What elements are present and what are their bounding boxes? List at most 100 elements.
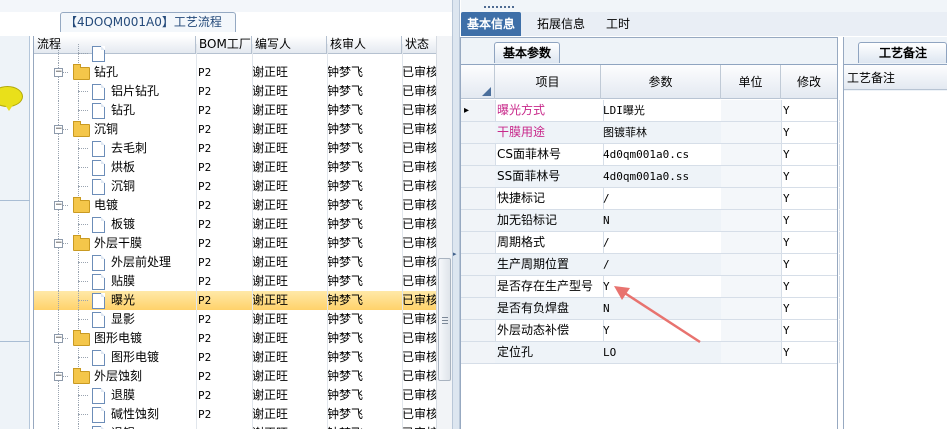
params-row[interactable]: 干膜用途 图镀菲林 Y <box>461 122 840 144</box>
row-indicator[interactable] <box>461 144 496 165</box>
grid-corner[interactable] <box>461 65 495 99</box>
param-modify-flag[interactable]: Y <box>781 144 840 165</box>
param-value[interactable]: / <box>601 254 724 275</box>
param-unit[interactable] <box>721 254 782 275</box>
param-value[interactable]: LDI曝光 <box>601 100 724 121</box>
params-row[interactable]: 周期格式 / Y <box>461 232 840 254</box>
param-modify-flag[interactable]: Y <box>781 320 840 341</box>
row-indicator[interactable] <box>461 166 496 187</box>
tree-collapse-icon[interactable]: − <box>54 201 63 210</box>
grid-col-param[interactable]: 参数 <box>601 65 721 99</box>
tree-row[interactable]: 外层前处理 P2 谢正旺 钟梦飞 已审核 <box>34 253 436 272</box>
tree-row[interactable]: 板镀 P2 谢正旺 钟梦飞 已审核 <box>34 215 436 234</box>
tree-row[interactable]: − 图形电镀 P2 谢正旺 钟梦飞 已审核 <box>34 329 436 348</box>
param-value[interactable]: 图镀菲林 <box>601 122 724 143</box>
row-indicator[interactable] <box>461 254 496 275</box>
param-unit[interactable] <box>721 320 782 341</box>
tree-row[interactable]: 图形电镀 P2 谢正旺 钟梦飞 已审核 <box>34 348 436 367</box>
row-indicator[interactable] <box>461 276 496 297</box>
top-resize-grip[interactable] <box>484 6 514 10</box>
tree-row[interactable]: 退膜 P2 谢正旺 钟梦飞 已审核 <box>34 386 436 405</box>
param-value[interactable]: N <box>601 210 724 231</box>
tree-row[interactable]: 碱性蚀刻 P2 谢正旺 钟梦飞 已审核 <box>34 405 436 424</box>
tree-row[interactable]: − 外层干膜 P2 谢正旺 钟梦飞 已审核 <box>34 234 436 253</box>
param-modify-flag[interactable]: Y <box>781 166 840 187</box>
row-indicator[interactable] <box>461 122 496 143</box>
param-unit[interactable] <box>721 100 782 121</box>
params-row[interactable]: CS面菲林号 4d0qm001a0.cs Y <box>461 144 840 166</box>
basic-params-tab[interactable]: 基本参数 <box>494 42 560 63</box>
tree-row[interactable]: − 外层蚀刻 P2 谢正旺 钟梦飞 已审核 <box>34 367 436 386</box>
process-remark-tab[interactable]: 工艺备注 <box>858 42 947 63</box>
param-unit[interactable] <box>721 166 782 187</box>
params-row[interactable]: SS面菲林号 4d0qm001a0.ss Y <box>461 166 840 188</box>
param-unit[interactable] <box>721 298 782 319</box>
param-value[interactable]: / <box>601 232 724 253</box>
param-unit[interactable] <box>721 188 782 209</box>
tree-row[interactable]: 显影 P2 谢正旺 钟梦飞 已审核 <box>34 310 436 329</box>
tree-row[interactable]: 曝光 P2 谢正旺 钟梦飞 已审核 <box>34 291 436 310</box>
param-value[interactable]: / <box>601 188 724 209</box>
params-grid: 项目 参数 单位 修改 ▸ 曝光方式 LDI曝光 Y 干膜用途 图镀菲林 Y CS面菲林号 4d… <box>461 64 840 429</box>
param-modify-flag[interactable]: Y <box>781 122 840 143</box>
param-unit[interactable] <box>721 342 782 363</box>
params-row[interactable]: 快捷标记 / Y <box>461 188 840 210</box>
tree-row[interactable]: 沉铜 P2 谢正旺 钟梦飞 已审核 <box>34 177 436 196</box>
tree-collapse-icon[interactable]: − <box>54 372 63 381</box>
param-value[interactable]: 4d0qm001a0.ss <box>601 166 724 187</box>
process-remark-body[interactable] <box>844 91 947 429</box>
tree-row[interactable]: − 电镀 P2 谢正旺 钟梦飞 已审核 <box>34 196 436 215</box>
tree-row[interactable]: − 沉铜 P2 谢正旺 钟梦飞 已审核 <box>34 120 436 139</box>
tab-work-hours[interactable]: 工时 <box>600 12 636 36</box>
tree-collapse-icon[interactable]: − <box>54 68 63 77</box>
tree-scrollbar-thumb[interactable] <box>438 258 451 381</box>
param-modify-flag[interactable]: Y <box>781 342 840 363</box>
param-unit[interactable] <box>721 232 782 253</box>
param-modify-flag[interactable]: Y <box>781 232 840 253</box>
tab-basic-info[interactable]: 基本信息 <box>461 12 522 36</box>
tree-row[interactable] <box>34 44 436 63</box>
param-modify-flag[interactable]: Y <box>781 276 840 297</box>
tree-cell-reviewer: 钟梦飞 <box>327 236 364 250</box>
row-indicator[interactable] <box>461 210 496 231</box>
tree-row[interactable]: − 钻孔 P2 谢正旺 钟梦飞 已审核 <box>34 63 436 82</box>
row-indicator[interactable] <box>461 320 496 341</box>
grid-col-modify[interactable]: 修改 <box>781 65 837 99</box>
param-unit[interactable] <box>721 276 782 297</box>
row-indicator[interactable]: ▸ <box>461 100 496 121</box>
param-item-name: SS面菲林号 <box>495 166 604 187</box>
row-indicator[interactable] <box>461 188 496 209</box>
tab-extended-info[interactable]: 拓展信息 <box>531 12 591 36</box>
tree-row[interactable]: 烘板 P2 谢正旺 钟梦飞 已审核 <box>34 158 436 177</box>
grid-col-unit[interactable]: 单位 <box>721 65 781 99</box>
speech-bubble-icon[interactable] <box>0 86 23 111</box>
param-value[interactable]: 4d0qm001a0.cs <box>601 144 724 165</box>
param-modify-flag[interactable]: Y <box>781 210 840 231</box>
params-row[interactable]: 生产周期位置 / Y <box>461 254 840 276</box>
row-indicator[interactable] <box>461 232 496 253</box>
panel-splitter[interactable] <box>452 0 460 429</box>
param-unit[interactable] <box>721 122 782 143</box>
tree-cell-status: 已审核 <box>402 65 436 79</box>
params-row[interactable]: ▸ 曝光方式 LDI曝光 Y <box>461 100 840 122</box>
tree-row[interactable]: 贴膜 P2 谢正旺 钟梦飞 已审核 <box>34 272 436 291</box>
grid-col-item[interactable]: 项目 <box>495 65 601 99</box>
tree-collapse-icon[interactable]: − <box>54 334 63 343</box>
params-row[interactable]: 加无铅标记 N Y <box>461 210 840 232</box>
tree-row[interactable]: 铝片钻孔 P2 谢正旺 钟梦飞 已审核 <box>34 82 436 101</box>
tree-row[interactable]: 去毛刺 P2 谢正旺 钟梦飞 已审核 <box>34 139 436 158</box>
tree-row[interactable]: 退锡 P2谢正旺钟梦飞已审核 <box>34 424 436 429</box>
tree-collapse-icon[interactable]: − <box>54 239 63 248</box>
row-indicator[interactable] <box>461 298 496 319</box>
tree-collapse-icon[interactable]: − <box>54 125 63 134</box>
param-unit[interactable] <box>721 144 782 165</box>
param-modify-flag[interactable]: Y <box>781 100 840 121</box>
param-unit[interactable] <box>721 210 782 231</box>
tree-row[interactable]: 钻孔 P2 谢正旺 钟梦飞 已审核 <box>34 101 436 120</box>
process-flow-title-tab[interactable]: 【4DOQM001A0】工艺流程 <box>60 12 236 32</box>
row-indicator[interactable] <box>461 342 496 363</box>
splitter-arrow-icon[interactable]: ▸ <box>453 250 458 258</box>
param-modify-flag[interactable]: Y <box>781 298 840 319</box>
param-modify-flag[interactable]: Y <box>781 188 840 209</box>
param-modify-flag[interactable]: Y <box>781 254 840 275</box>
